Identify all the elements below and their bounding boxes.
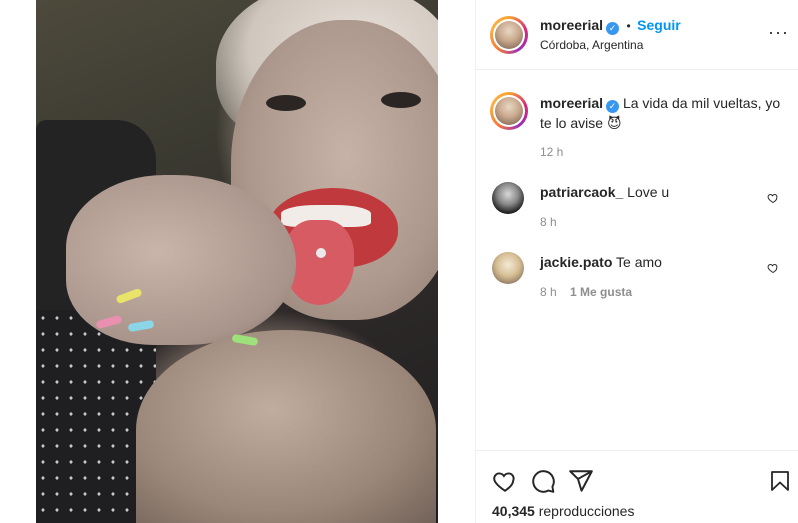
comment-icon[interactable]: [530, 468, 556, 494]
comment-username[interactable]: jackie.pato: [540, 254, 612, 270]
verified-badge-icon: ✓: [606, 100, 620, 113]
photo-eye-left: [266, 95, 306, 111]
caption-text: moreerial ✓ La vida da mil vueltas, yo te…: [540, 93, 785, 133]
heart-icon[interactable]: [767, 192, 779, 204]
heart-icon[interactable]: [767, 262, 779, 274]
share-icon[interactable]: [568, 468, 594, 494]
comment-likes[interactable]: 1 Me gusta: [570, 285, 632, 299]
author-avatar[interactable]: [490, 16, 528, 54]
views-count[interactable]: 40,345 reproducciones: [492, 503, 634, 519]
comment-text: jackie.pato Te amo: [540, 252, 662, 272]
devil-emoji-icon: 😈: [606, 115, 622, 131]
verified-badge-icon: ✓: [606, 22, 620, 35]
comment-text: patriarcaok_ Love u: [540, 182, 669, 202]
comment-item: jackie.pato Te amo 8 h 1 Me gusta: [476, 250, 798, 310]
post-photo[interactable]: [36, 0, 438, 523]
caption-time[interactable]: 12 h: [540, 145, 563, 159]
views-number: 40,345: [492, 503, 535, 519]
commenter-avatar[interactable]: [492, 182, 524, 214]
comment-username[interactable]: patriarcaok_: [540, 184, 623, 200]
post-location[interactable]: Córdoba, Argentina: [540, 38, 643, 52]
commenter-avatar[interactable]: [492, 252, 524, 284]
heart-icon[interactable]: [492, 468, 518, 494]
photo-eye-right: [381, 92, 421, 108]
header-title-row: moreerial ✓ • Seguir: [540, 17, 681, 35]
comment-item: patriarcaok_ Love u 8 h: [476, 180, 798, 240]
post-side-panel: moreerial ✓ • Seguir Córdoba, Argentina ·…: [475, 0, 798, 523]
bookmark-icon[interactable]: [768, 468, 792, 494]
action-bar: 40,345 reproducciones: [476, 450, 798, 523]
caption-block: moreerial ✓ La vida da mil vueltas, yo te…: [476, 90, 798, 170]
post-header: moreerial ✓ • Seguir Córdoba, Argentina ·…: [476, 0, 798, 70]
comment-time[interactable]: 8 h: [540, 285, 557, 299]
caption-author-avatar[interactable]: [490, 92, 528, 130]
views-label: reproducciones: [538, 503, 635, 519]
more-options-icon[interactable]: ···: [768, 23, 789, 41]
separator-dot: •: [626, 19, 631, 33]
comment-meta: 8 h 1 Me gusta: [540, 285, 632, 299]
photo-piercing: [316, 248, 326, 258]
comment-body: Love u: [627, 184, 670, 200]
media-area: [0, 0, 475, 523]
follow-button[interactable]: Seguir: [637, 17, 681, 33]
author-username[interactable]: moreerial: [540, 17, 603, 33]
caption-username[interactable]: moreerial: [540, 95, 603, 111]
comment-body: Te amo: [616, 254, 662, 270]
comment-time[interactable]: 8 h: [540, 215, 557, 229]
photo-chest: [136, 330, 436, 523]
